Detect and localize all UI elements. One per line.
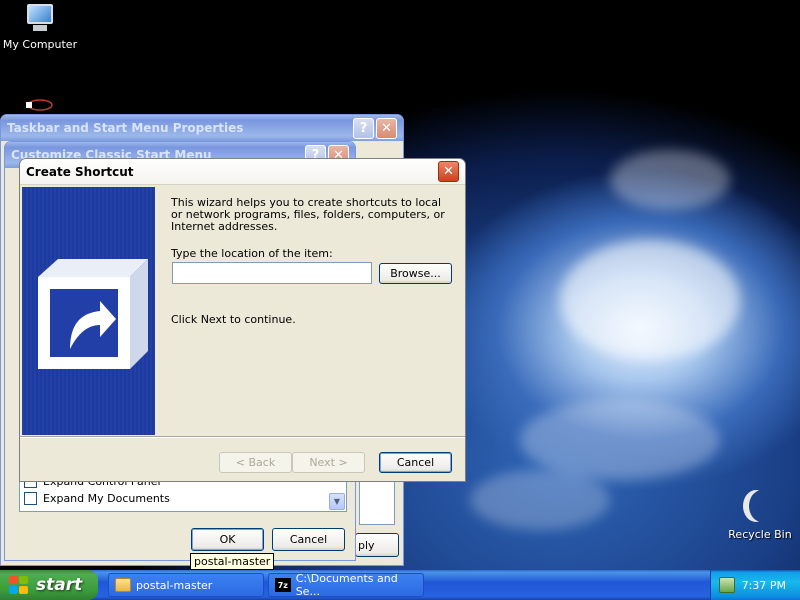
- ok-label: OK: [219, 533, 236, 546]
- back-label: < Back: [235, 456, 276, 469]
- folder-icon: [115, 578, 131, 592]
- taskbar-properties-titlebar[interactable]: Taskbar and Start Menu Properties ? ✕: [1, 115, 403, 141]
- start-button[interactable]: start: [0, 570, 98, 600]
- help-icon[interactable]: ?: [353, 117, 374, 139]
- network-icon[interactable]: [719, 577, 735, 593]
- tooltip: postal-master: [190, 553, 275, 570]
- system-tray: 7:37 PM: [710, 570, 800, 600]
- taskbar-item-postal-master[interactable]: postal-master: [108, 573, 264, 597]
- shortcut-icon[interactable]: [26, 98, 54, 112]
- scroll-down-button[interactable]: ▼: [329, 493, 345, 510]
- window-title: Taskbar and Start Menu Properties: [7, 121, 244, 135]
- wizard-intro: This wizard helps you to create shortcut…: [171, 196, 445, 233]
- back-button[interactable]: < Back: [219, 452, 292, 473]
- close-icon[interactable]: ✕: [376, 117, 397, 139]
- apply-button[interactable]: ply: [355, 533, 399, 557]
- cancel-label: Cancel: [396, 456, 435, 469]
- taskbar-item-7zip[interactable]: 7z C:\Documents and Se...: [268, 572, 424, 598]
- desktop-icon-label: My Computer: [2, 38, 78, 51]
- apply-label: ply: [358, 538, 375, 552]
- cancel-button[interactable]: Cancel: [379, 452, 452, 473]
- shortcut-arrow-icon: [32, 245, 150, 378]
- 7zip-icon: 7z: [275, 578, 291, 592]
- my-computer-icon: [23, 4, 57, 34]
- desktop-icon-my-computer[interactable]: My Computer: [0, 4, 80, 51]
- divider: [20, 436, 465, 438]
- cancel-button[interactable]: Cancel: [272, 528, 345, 551]
- wizard-banner: [22, 187, 155, 435]
- browse-button[interactable]: Browse...: [379, 263, 452, 284]
- next-button[interactable]: Next >: [292, 452, 365, 473]
- close-icon[interactable]: ✕: [438, 161, 459, 182]
- taskbar-item-label: postal-master: [136, 578, 213, 592]
- location-input[interactable]: [172, 262, 372, 284]
- checkbox[interactable]: [24, 492, 37, 505]
- chevron-down-icon: ▼: [333, 497, 341, 506]
- windows-logo-icon: [8, 575, 30, 595]
- window-title: Create Shortcut: [26, 164, 134, 179]
- desktop-icon-label: Recycle Bin: [728, 528, 792, 541]
- clock[interactable]: 7:37 PM: [742, 579, 786, 592]
- tooltip-text: postal-master: [194, 555, 271, 568]
- side-panel: [359, 475, 395, 525]
- next-label: Next >: [309, 456, 348, 469]
- cancel-label: Cancel: [289, 533, 328, 546]
- continue-text: Click Next to continue.: [171, 313, 296, 326]
- location-label: Type the location of the item:: [171, 247, 333, 260]
- option-label: Expand My Documents: [43, 492, 170, 505]
- taskbar: start postal-master 7z C:\Documents and …: [0, 570, 800, 600]
- desktop-icon-recycle-bin[interactable]: Recycle Bin: [720, 488, 800, 541]
- browse-label: Browse...: [390, 267, 441, 280]
- create-shortcut-titlebar[interactable]: Create Shortcut ✕: [20, 159, 465, 185]
- start-label: start: [36, 575, 83, 595]
- taskbar-item-label: C:\Documents and Se...: [295, 572, 398, 598]
- create-shortcut-window[interactable]: Create Shortcut ✕ This wizard helps you …: [19, 158, 466, 482]
- list-item[interactable]: Expand My Documents: [24, 492, 170, 505]
- ok-button[interactable]: OK: [191, 528, 264, 551]
- recycle-bin-icon: [745, 488, 775, 524]
